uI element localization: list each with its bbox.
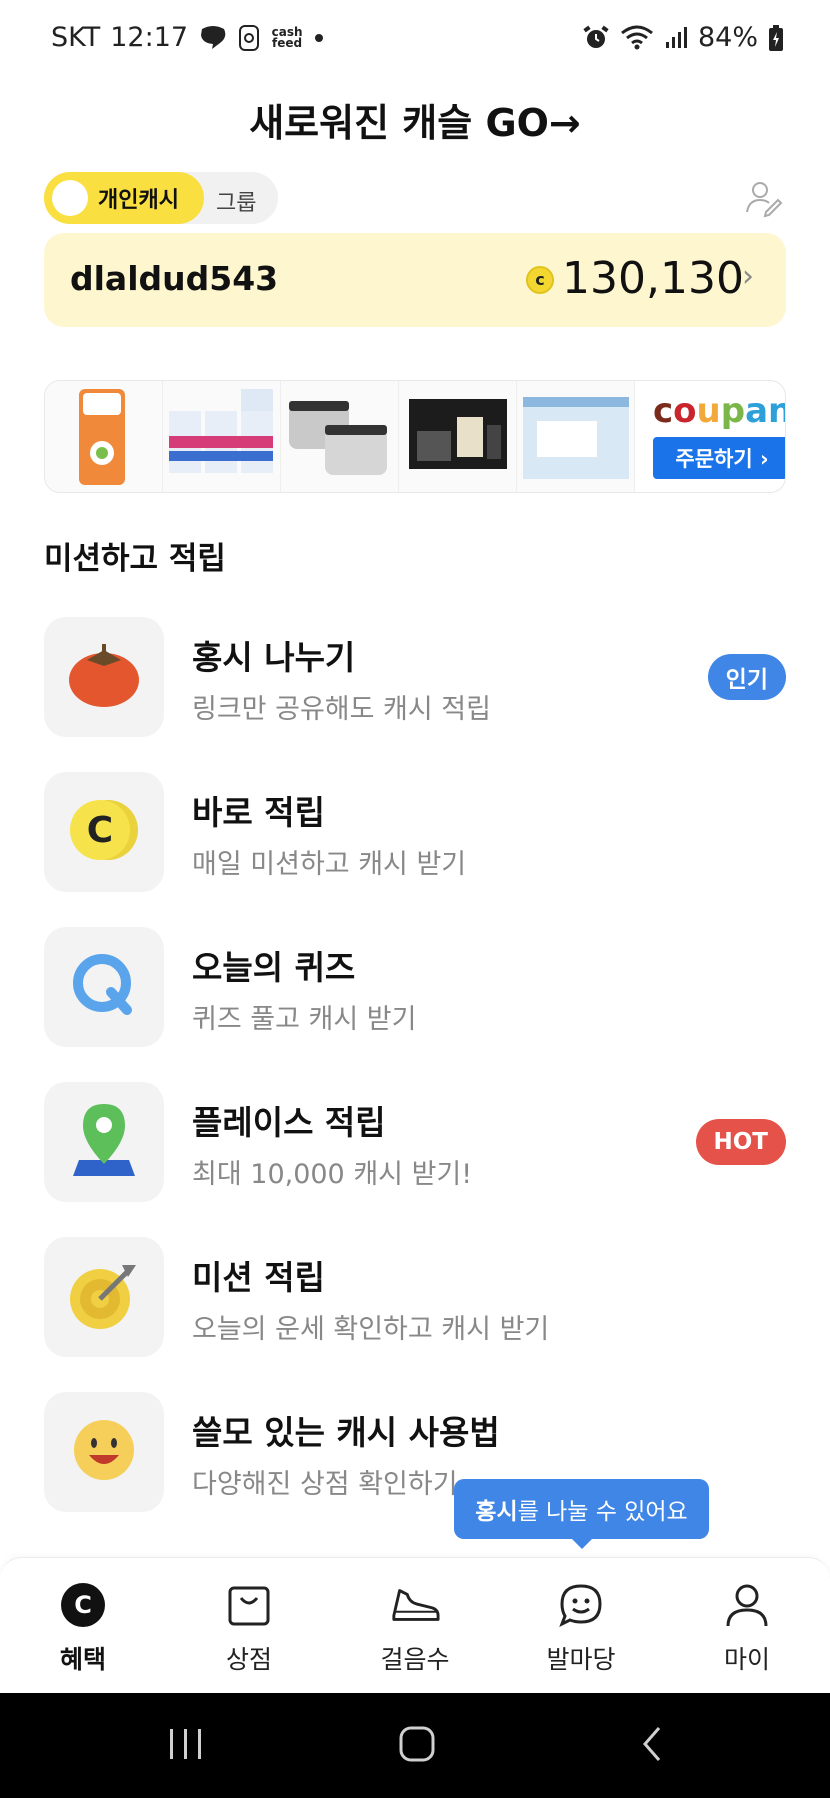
nav-label: 걸음수 bbox=[380, 1645, 450, 1674]
mission-today-quiz[interactable]: 오늘의 퀴즈 퀴즈 풀고 캐시 받기 bbox=[44, 927, 786, 1047]
recent-apps-icon[interactable] bbox=[156, 1719, 216, 1769]
mission-desc: 오늘의 운세 확인하고 캐시 받기 bbox=[192, 1314, 550, 1345]
carrier-label: SKT bbox=[51, 22, 101, 53]
map-pin-icon bbox=[69, 1100, 139, 1184]
coin-c-icon: C bbox=[64, 795, 144, 869]
toggle-knob bbox=[52, 180, 88, 216]
coupang-order-button[interactable]: 주문하기 › bbox=[653, 437, 785, 479]
coin-icon: c bbox=[526, 266, 554, 294]
nav-store[interactable]: 상점 bbox=[166, 1558, 332, 1693]
mission-title: 홍시 나누기 bbox=[192, 638, 356, 677]
back-icon[interactable] bbox=[622, 1719, 682, 1769]
status-left: SKT 12:17 cash feed bbox=[51, 22, 324, 53]
chevron-right-icon: › bbox=[742, 259, 754, 294]
mission-title: 오늘의 퀴즈 bbox=[192, 948, 356, 987]
status-right: 84% bbox=[582, 22, 784, 53]
toggle-personal-label: 개인캐시 bbox=[98, 188, 179, 213]
mission-desc: 최대 10,000 캐시 받기! bbox=[192, 1159, 473, 1190]
person-icon bbox=[722, 1580, 772, 1630]
alarm-icon bbox=[582, 24, 610, 52]
mission-desc: 매일 미션하고 캐시 받기 bbox=[192, 849, 467, 880]
mission-icon-box bbox=[44, 1237, 164, 1357]
section-title: 미션하고 적립 bbox=[44, 541, 226, 577]
toggle-personal[interactable]: 개인캐시 bbox=[44, 172, 204, 224]
nav-steps[interactable]: 걸음수 bbox=[332, 1558, 498, 1693]
mission-icon-box: C bbox=[44, 772, 164, 892]
chat-bubble-icon bbox=[198, 25, 228, 51]
cash-feed-icon: cash feed bbox=[271, 24, 303, 50]
share-tooltip[interactable]: 홍시 를 나눌 수 있어요 bbox=[454, 1479, 709, 1539]
shopping-bag-icon bbox=[224, 1580, 274, 1630]
mission-instant-earn[interactable]: C 바로 적립 매일 미션하고 캐시 받기 bbox=[44, 772, 786, 892]
nav-label: 혜택 bbox=[59, 1645, 106, 1674]
coupang-ad-slot[interactable]: coupang 주문하기 › bbox=[635, 381, 785, 492]
ad-product-gift-set[interactable] bbox=[399, 381, 517, 492]
toggle-group-label[interactable]: 그룹 bbox=[216, 185, 256, 217]
home-icon[interactable] bbox=[387, 1719, 447, 1769]
badge-popular: 인기 bbox=[707, 654, 786, 700]
cash-amount: 130,130 bbox=[562, 253, 744, 304]
mission-share-hongsi[interactable]: 홍시 나누기 링크만 공유해도 캐시 적립 인기 bbox=[44, 617, 786, 737]
mission-icon-box bbox=[44, 617, 164, 737]
cash-c-icon: C bbox=[58, 1580, 108, 1630]
ad-banner[interactable]: coupang 주문하기 › bbox=[44, 380, 786, 493]
signal-icon bbox=[664, 26, 688, 50]
mission-title: 미션 적립 bbox=[192, 1258, 325, 1297]
nav-label: 발마당 bbox=[546, 1645, 616, 1674]
svg-text:C: C bbox=[74, 1591, 92, 1619]
nav-label: 마이 bbox=[723, 1645, 770, 1674]
tooltip-tail bbox=[570, 1537, 594, 1549]
mission-icon-box bbox=[44, 1082, 164, 1202]
ad-product-mask-box[interactable] bbox=[517, 381, 635, 492]
battery-icon bbox=[768, 24, 784, 52]
coupang-logo: coupang bbox=[653, 391, 785, 431]
account-toggle[interactable]: 개인캐시 그룹 bbox=[44, 172, 278, 224]
persimmon-icon bbox=[65, 640, 143, 714]
nav-my[interactable]: 마이 bbox=[664, 1558, 830, 1693]
dot-icon bbox=[314, 33, 324, 43]
app-notification-icon bbox=[238, 24, 260, 52]
quiz-q-icon bbox=[69, 950, 139, 1024]
nav-benefits[interactable]: C 혜택 bbox=[0, 1558, 166, 1693]
sneaker-icon bbox=[390, 1580, 440, 1630]
battery-percent: 84% bbox=[697, 22, 758, 53]
ad-product-wet-tissue[interactable] bbox=[45, 381, 163, 492]
tooltip-text: 를 나눌 수 있어요 bbox=[517, 1499, 688, 1525]
mission-title: 쓸모 있는 캐시 사용법 bbox=[192, 1413, 500, 1452]
chat-smile-icon bbox=[556, 1580, 606, 1630]
username: dlaldud543 bbox=[70, 259, 279, 298]
mission-desc: 링크만 공유해도 캐시 적립 bbox=[192, 694, 491, 725]
target-icon bbox=[66, 1257, 142, 1337]
status-bar: SKT 12:17 cash feed 84% bbox=[0, 0, 830, 80]
mission-place-earn[interactable]: 플레이스 적립 최대 10,000 캐시 받기! HOT bbox=[44, 1082, 786, 1202]
smiley-icon bbox=[71, 1417, 137, 1487]
mission-title: 바로 적립 bbox=[192, 793, 325, 832]
svg-text:C: C bbox=[87, 810, 113, 851]
tooltip-bold: 홍시 bbox=[475, 1499, 518, 1525]
mission-desc: 다양해진 상점 확인하기 bbox=[192, 1469, 458, 1500]
cash-card[interactable]: dlaldud543 c 130,130 › bbox=[44, 233, 786, 327]
clock: 12:17 bbox=[110, 22, 189, 53]
mission-title: 플레이스 적립 bbox=[192, 1103, 386, 1142]
mission-fortune-earn[interactable]: 미션 적립 오늘의 운세 확인하고 캐시 받기 bbox=[44, 1237, 786, 1357]
mission-desc: 퀴즈 풀고 캐시 받기 bbox=[192, 1004, 417, 1035]
profile-edit-icon[interactable] bbox=[744, 178, 784, 218]
badge-hot: HOT bbox=[695, 1119, 786, 1165]
bottom-nav: C 혜택 상점 걸음수 발마당 마이 bbox=[0, 1557, 830, 1693]
wifi-icon bbox=[620, 25, 654, 51]
promo-title[interactable]: 새로워진 캐슬 GO→ bbox=[0, 92, 830, 147]
nav-label: 상점 bbox=[225, 1645, 272, 1674]
mission-icon-box bbox=[44, 927, 164, 1047]
mission-icon-box bbox=[44, 1392, 164, 1512]
nav-community[interactable]: 발마당 bbox=[498, 1558, 664, 1693]
system-nav bbox=[0, 1693, 830, 1798]
ad-product-detergent[interactable] bbox=[163, 381, 281, 492]
ad-product-steel-containers[interactable] bbox=[281, 381, 399, 492]
